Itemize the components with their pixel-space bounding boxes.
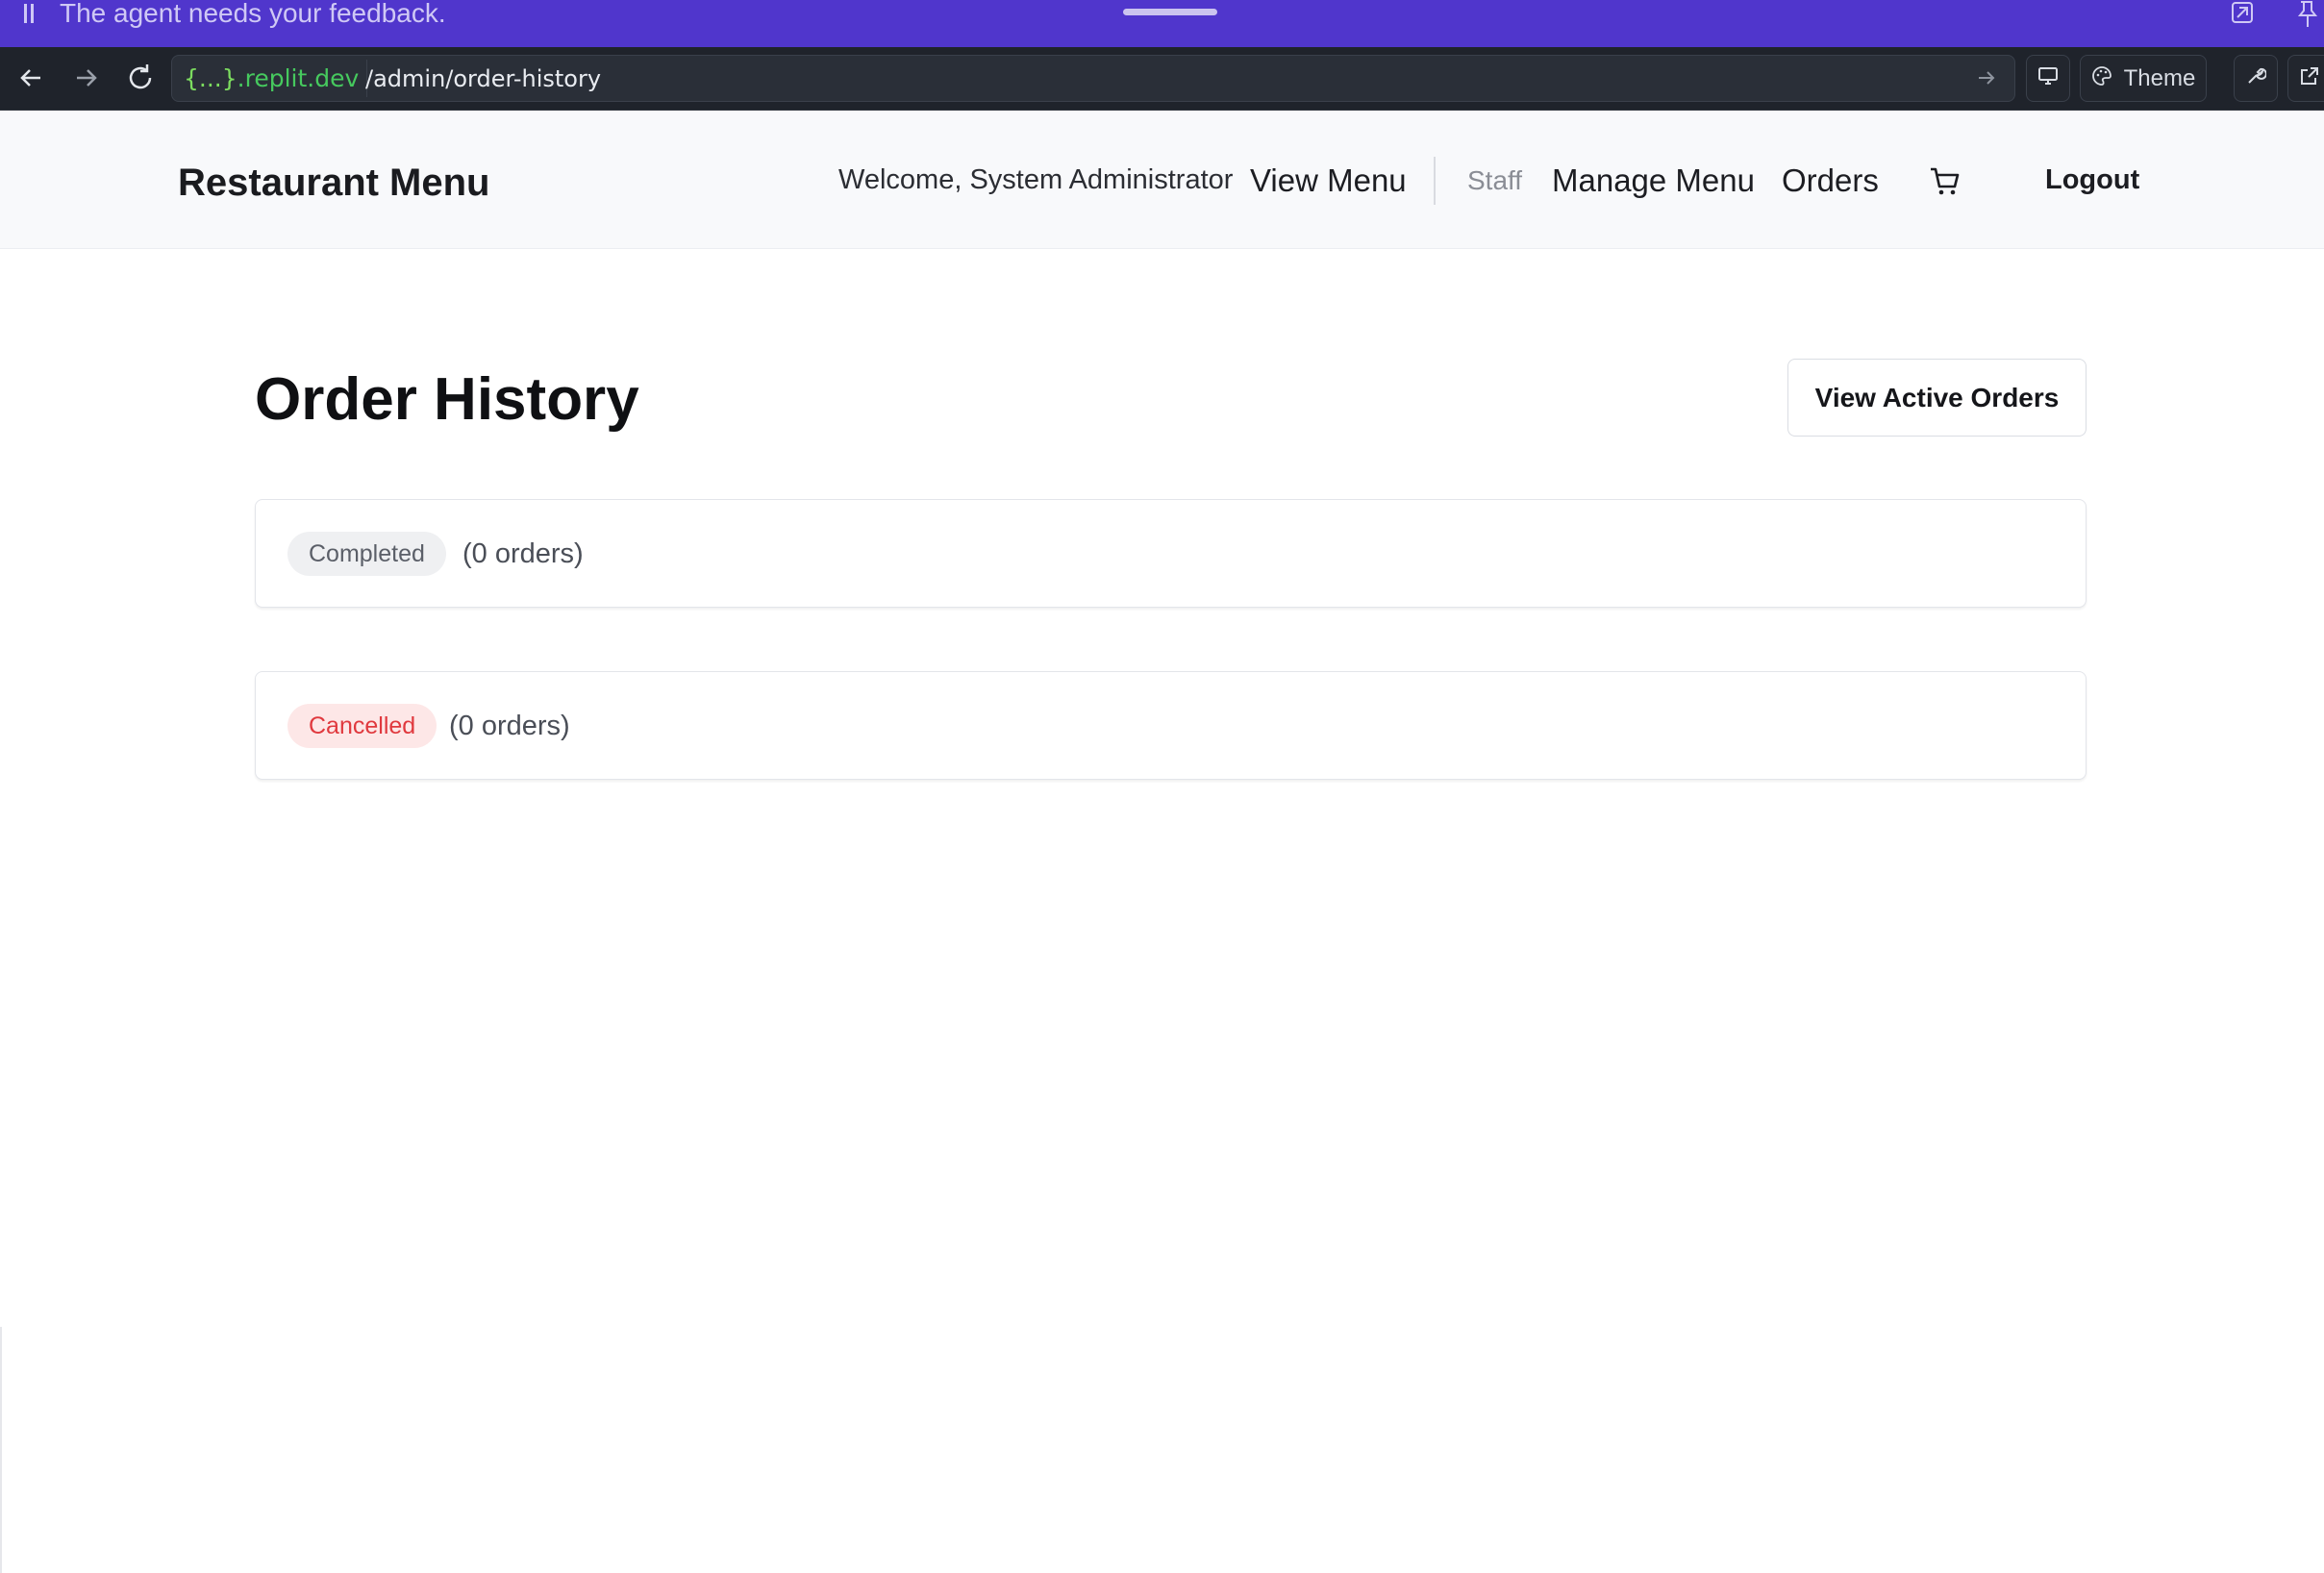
reload-icon[interactable] bbox=[123, 61, 158, 95]
palette-icon bbox=[2091, 65, 2112, 91]
brand-title[interactable]: Restaurant Menu bbox=[178, 162, 490, 205]
order-section-cancelled[interactable]: Cancelled (0 orders) bbox=[255, 671, 2087, 780]
back-arrow-icon[interactable] bbox=[13, 61, 48, 95]
nav-manage-menu[interactable]: Manage Menu bbox=[1552, 112, 1755, 249]
browser-toolbar: {...} .replit.dev /admin/order-history Th… bbox=[0, 47, 2324, 111]
wrench-icon bbox=[2245, 65, 2267, 91]
logout-button[interactable]: Logout bbox=[2045, 112, 2139, 249]
nav-orders[interactable]: Orders bbox=[1782, 112, 1879, 249]
cart-icon[interactable] bbox=[1928, 165, 1962, 198]
status-badge-cancelled: Cancelled bbox=[287, 704, 437, 748]
welcome-text: Welcome, System Administrator bbox=[838, 164, 1234, 195]
device-preview-button[interactable] bbox=[2026, 55, 2070, 102]
external-link-icon bbox=[2299, 65, 2320, 91]
devtools-button[interactable] bbox=[2234, 55, 2278, 102]
theme-label: Theme bbox=[2123, 64, 2196, 91]
pin-icon[interactable] bbox=[2291, 0, 2324, 29]
page-title: Order History bbox=[255, 366, 639, 433]
status-badge-completed: Completed bbox=[287, 532, 446, 576]
theme-button[interactable]: Theme bbox=[2080, 55, 2207, 102]
order-count: (0 orders) bbox=[449, 711, 570, 741]
drag-handle[interactable] bbox=[1123, 9, 1217, 15]
pause-icon[interactable] bbox=[19, 4, 38, 25]
url-host: {...} .replit.dev bbox=[176, 60, 368, 97]
open-new-tab-button[interactable] bbox=[2287, 55, 2324, 102]
nav-view-menu[interactable]: View Menu bbox=[1250, 112, 1407, 249]
agent-feedback-banner: The agent needs your feedback. bbox=[0, 0, 2324, 47]
order-section-completed[interactable]: Completed (0 orders) bbox=[255, 499, 2087, 608]
nav-staff-label: Staff bbox=[1467, 164, 1523, 195]
monitor-icon bbox=[2037, 65, 2059, 91]
banner-message: The agent needs your feedback. bbox=[60, 0, 446, 28]
minimize-icon[interactable] bbox=[2226, 0, 2259, 29]
order-count: (0 orders) bbox=[462, 538, 584, 569]
go-arrow-icon[interactable] bbox=[1976, 67, 1997, 88]
forward-arrow-icon[interactable] bbox=[69, 61, 104, 95]
view-active-orders-button[interactable]: View Active Orders bbox=[1787, 359, 2087, 437]
url-host-placeholder: {...} bbox=[184, 64, 237, 92]
url-host-domain: .replit.dev bbox=[237, 64, 360, 92]
url-bar[interactable]: {...} .replit.dev /admin/order-history bbox=[171, 55, 2015, 102]
page-edge bbox=[0, 1327, 2, 1573]
url-path[interactable]: /admin/order-history bbox=[365, 56, 601, 101]
nav-divider bbox=[1434, 157, 1436, 205]
app-header: Restaurant Menu Welcome, System Administ… bbox=[0, 112, 2324, 249]
